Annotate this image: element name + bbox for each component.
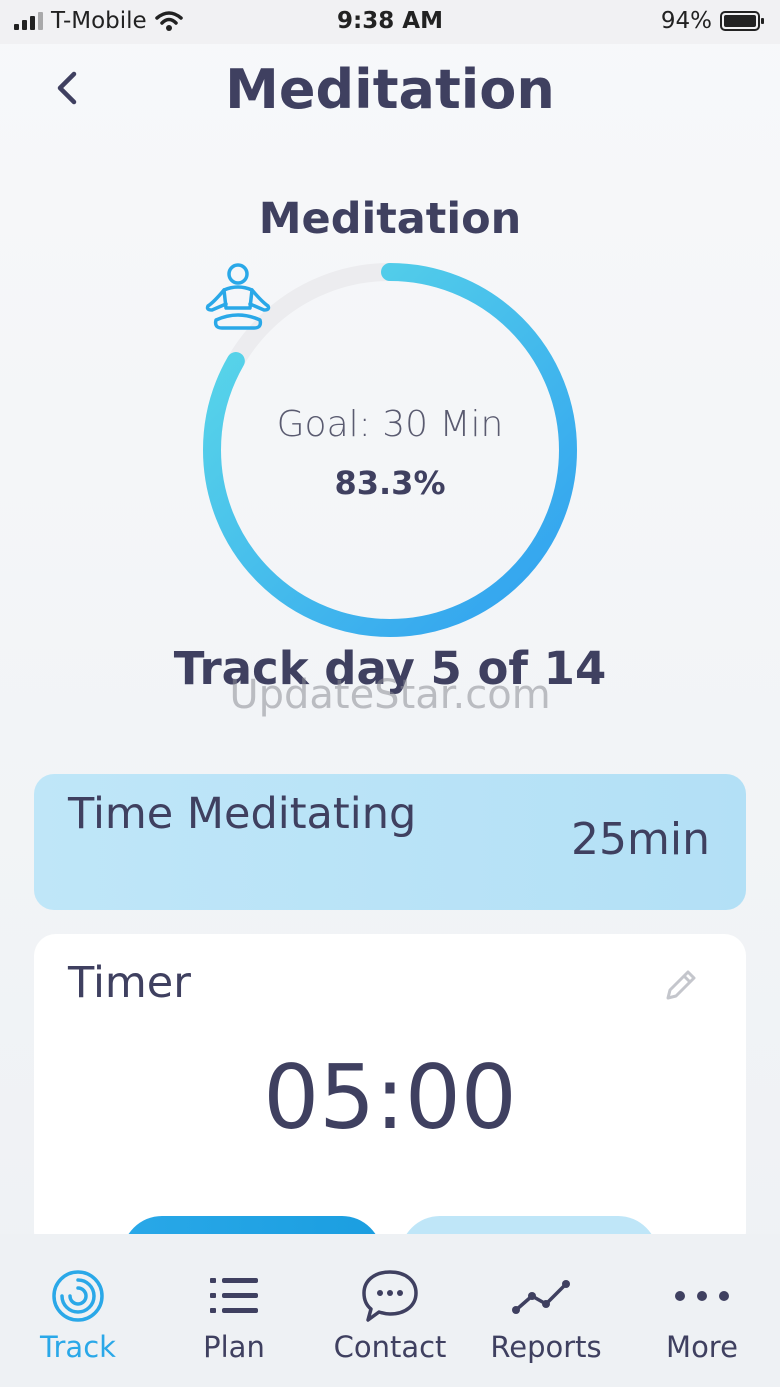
tab-more[interactable]: More [624, 1234, 780, 1387]
status-battery-group: 94% [661, 8, 766, 34]
page-title: Meditation [225, 58, 555, 121]
time-meditating-card: Time Meditating 25min [34, 774, 746, 910]
timer-card: Timer 05:00 [34, 934, 746, 1254]
time-meditating-label: Time Meditating [68, 789, 417, 839]
edit-timer-button[interactable] [660, 964, 702, 1006]
timer-value: 05:00 [263, 1046, 517, 1149]
pencil-icon [666, 970, 696, 1000]
list-icon [210, 1278, 258, 1313]
tab-label: Plan [203, 1330, 265, 1364]
tab-track[interactable]: Track [0, 1234, 156, 1387]
time-meditating-value: 25min [571, 814, 710, 865]
tab-bar: Track Plan Contact Reports More [0, 1234, 780, 1387]
tab-label: Track [40, 1330, 116, 1364]
chart-line-icon [512, 1280, 570, 1314]
track-icon [52, 1270, 104, 1322]
progress-ring: Goal: 30 Min 83.3% [200, 260, 580, 640]
section-title: Meditation [258, 194, 522, 244]
tab-label: More [666, 1330, 738, 1364]
timer-label: Timer [68, 958, 191, 1008]
goal-text: Goal: 30 Min [276, 404, 504, 445]
tab-contact[interactable]: Contact [312, 1234, 468, 1387]
more-icon [675, 1291, 729, 1301]
tab-label: Reports [490, 1330, 602, 1364]
battery-percent: 94% [660, 8, 712, 34]
tab-label: Contact [333, 1330, 447, 1364]
chat-icon [362, 1270, 418, 1322]
meditation-icon [205, 263, 271, 330]
tab-reports[interactable]: Reports [468, 1234, 624, 1387]
watermark: UpdateStar.com [229, 672, 551, 718]
status-bar: T-Mobile 9:38 AM 94% [0, 0, 780, 44]
battery-icon [720, 11, 764, 31]
tab-plan[interactable]: Plan [156, 1234, 312, 1387]
progress-percent: 83.3% [334, 464, 446, 502]
